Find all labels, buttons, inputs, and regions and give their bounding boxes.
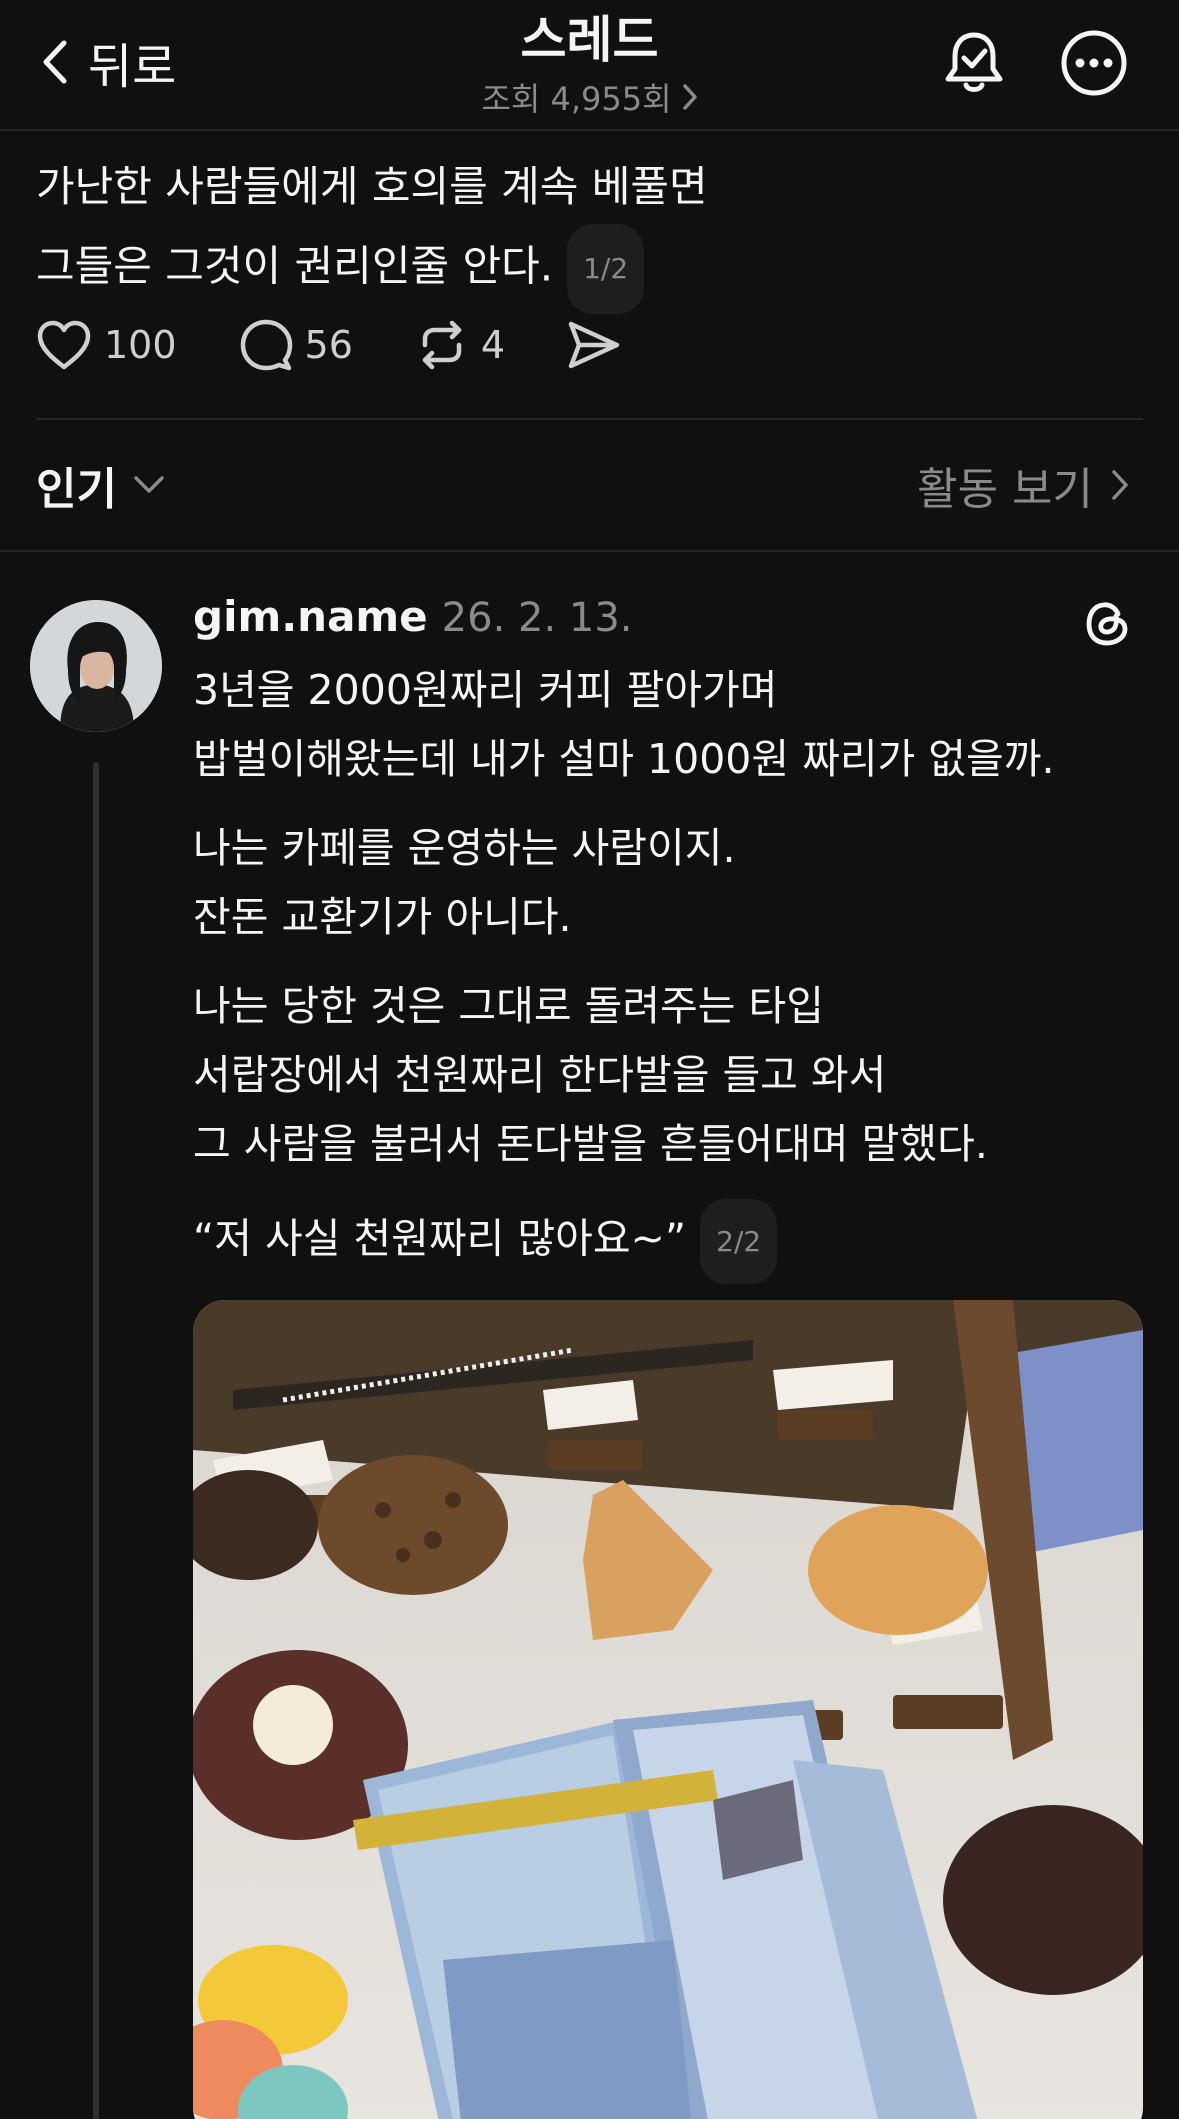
reply-pager-badge: 2/2	[700, 1199, 778, 1284]
reply-text: 3년을 2000원짜리 커피 팔아가며 밥벌이해왔는데 내가 설마 1000원 …	[193, 656, 1153, 1284]
avatar[interactable]	[30, 600, 162, 732]
notify-button[interactable]	[936, 25, 1012, 101]
more-button[interactable]	[1056, 25, 1132, 101]
send-icon	[568, 321, 620, 369]
reply-header: gim.name 26. 2. 13.	[193, 592, 633, 641]
avatar-image	[30, 600, 162, 732]
comment-icon	[240, 319, 292, 371]
original-post: 가난한 사람들에게 호의를 계속 베풀면 그들은 그것이 권리인줄 안다. 1/2	[36, 150, 1136, 314]
reply-username[interactable]: gim.name	[193, 592, 428, 641]
post-actions: 100 56 4	[36, 318, 683, 372]
reply-line: 밥벌이해왔는데 내가 설마 1000원 짜리가 없을까.	[193, 735, 1055, 783]
like-count: 100	[104, 323, 177, 367]
reply-button[interactable]: 56	[239, 318, 353, 372]
actions-divider	[36, 418, 1143, 420]
more-horizontal-icon	[1061, 30, 1127, 96]
sort-dropdown[interactable]: 인기	[36, 450, 165, 520]
reply-line: 잔돈 교환기가 아니다.	[193, 893, 572, 941]
repost-count: 4	[480, 323, 506, 367]
like-button[interactable]: 100	[36, 319, 177, 371]
reply-line-last: “저 사실 천원짜리 많아요~” 2/2	[193, 1199, 1153, 1284]
reply-date: 26. 2. 13.	[441, 595, 633, 641]
activity-label: 활동 보기	[917, 464, 1093, 515]
share-button[interactable]	[567, 320, 621, 370]
view-count-link[interactable]: 조회 4,955회	[481, 74, 697, 120]
chevron-down-icon	[134, 476, 164, 493]
repost-button[interactable]: 4	[415, 319, 505, 371]
post-text-line-2: 그들은 그것이 권리인줄 안다. 1/2	[36, 224, 1136, 314]
reply-line: 나는 카페를 운영하는 사람이지.	[193, 824, 736, 872]
post-pager-badge: 1/2	[567, 224, 645, 314]
chevron-right-icon	[1112, 470, 1128, 500]
bell-check-icon	[945, 32, 1003, 92]
post-text-line: 가난한 사람들에게 호의를 계속 베풀면	[36, 162, 708, 211]
reply-count: 56	[304, 323, 353, 367]
reply-line: 그 사람을 불러서 돈다발을 흔들어대며 말했다.	[193, 1120, 988, 1168]
reply-line: 나는 당한 것은 그대로 돌려주는 타입	[193, 982, 824, 1030]
sort-divider	[0, 550, 1179, 552]
sort-label: 인기	[36, 464, 117, 515]
post-text: 그들은 그것이 권리인줄 안다.	[36, 241, 554, 291]
photo-cookies-cash	[193, 1300, 1143, 2119]
threads-icon	[1086, 602, 1128, 646]
heart-icon	[37, 320, 91, 370]
reply-line: 서랍장에서 천원짜리 한다발을 들고 와서	[193, 1051, 887, 1099]
reply-quote: “저 사실 천원짜리 많아요~”	[193, 1214, 687, 1263]
thread-connector-line	[93, 762, 99, 2119]
view-activity-link[interactable]: 활동 보기	[917, 450, 1129, 520]
header-divider	[0, 129, 1179, 131]
chevron-right-icon	[682, 84, 697, 110]
repost-icon	[422, 320, 462, 370]
reply-line: 3년을 2000원짜리 커피 팔아가며	[193, 666, 778, 714]
top-bar: 뒤로 스레드 조회 4,955회	[0, 0, 1179, 130]
view-count: 조회 4,955회	[481, 80, 672, 118]
threads-logo-button[interactable]	[1080, 596, 1136, 652]
reply-photo[interactable]	[193, 1300, 1143, 2119]
